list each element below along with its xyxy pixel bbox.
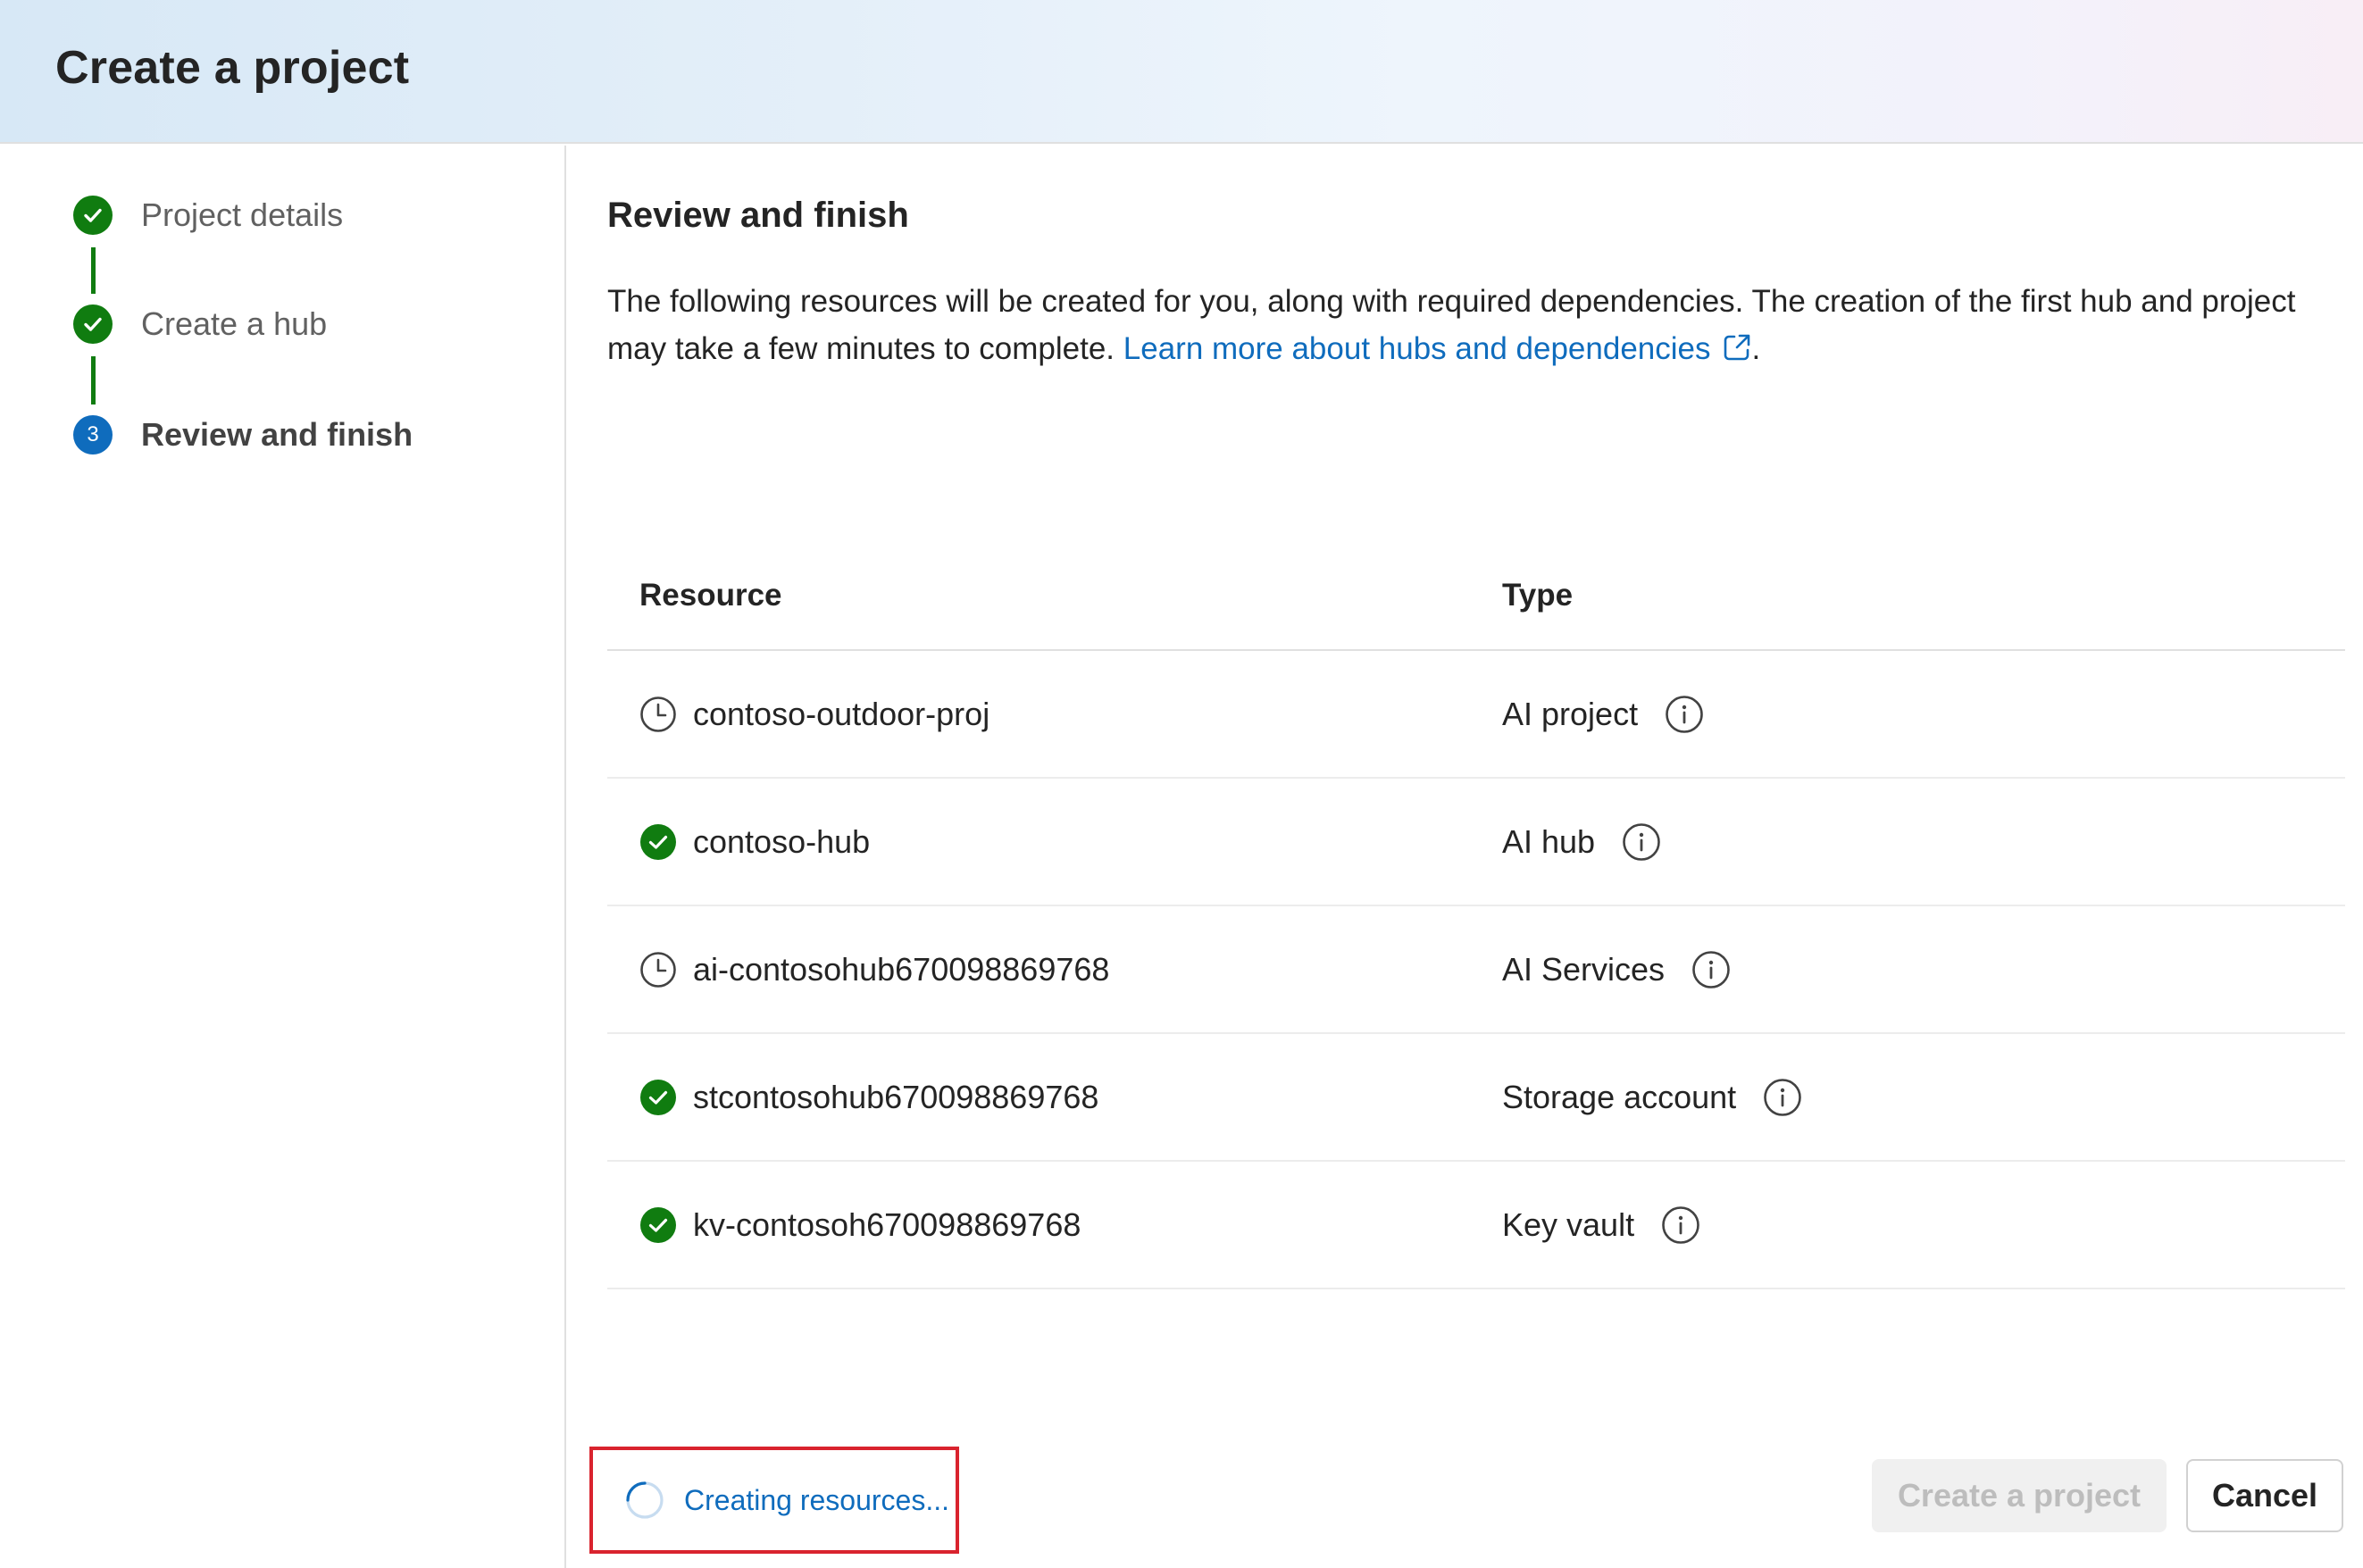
table-row: stcontosohub670098869768 Storage account [607,1034,2345,1162]
step-label: Review and finish [141,416,413,453]
resource-name: ai-contosohub670098869768 [693,950,1110,988]
create-project-button[interactable]: Create a project [1872,1459,2167,1532]
info-icon[interactable] [1661,1205,1700,1245]
checkmark-circle-icon [639,1206,677,1244]
resource-name: stcontosohub670098869768 [693,1078,1099,1115]
table-header: Resource Type [607,538,2345,651]
checkmark-circle-icon [73,304,113,344]
column-header-resource: Resource [639,578,782,613]
step-connector [91,356,96,405]
section-title: Review and finish [607,196,909,235]
info-icon[interactable] [1622,822,1661,862]
description-suffix: . [1751,331,1761,366]
resource-cell: kv-contosoh670098869768 [639,1162,1081,1288]
step-number-icon: 3 [73,415,113,455]
resource-type: AI project [1502,695,1639,732]
dialog-header: Create a project [0,0,2363,144]
clock-icon [639,696,677,733]
table-row: contoso-outdoor-proj AI project [607,651,2345,779]
open-external-icon [1724,334,1749,361]
resource-cell: contoso-hub [639,779,870,905]
resource-type: Storage account [1502,1078,1737,1115]
step-connector [91,247,96,294]
resource-cell: stcontosohub670098869768 [639,1034,1098,1160]
step-create-hub[interactable]: Create a hub [73,304,327,344]
spinner-icon [626,1481,664,1519]
resource-type: AI hub [1502,822,1596,860]
learn-more-link-text: Learn more about hubs and dependencies [1123,331,1711,366]
resource-type: AI Services [1502,950,1666,988]
info-icon[interactable] [1665,695,1704,734]
wizard-stepper: Project details Create a hub 3 Review an… [0,146,566,1568]
step-label: Create a hub [141,305,328,342]
resource-cell: ai-contosohub670098869768 [639,906,1109,1032]
resource-type: Key vault [1502,1205,1635,1243]
checkmark-circle-icon [639,823,677,861]
step-review-and-finish[interactable]: 3 Review and finish [73,415,413,455]
description: The following resources will be created … [607,278,2340,372]
main-panel: Review and finish The following resource… [568,146,2363,1568]
type-cell: Storage account [1502,1034,1802,1160]
type-cell: AI Services [1502,906,1731,1032]
cancel-button[interactable]: Cancel [2186,1459,2343,1532]
dialog-title: Create a project [55,42,410,94]
step-project-details[interactable]: Project details [73,196,343,235]
table-row: contoso-hub AI hub [607,779,2345,906]
creating-status: Creating resources... [589,1447,959,1554]
column-header-type: Type [1502,578,1574,613]
table-row: kv-contosoh670098869768 Key vault [607,1162,2345,1289]
type-cell: AI project [1502,651,1704,777]
checkmark-circle-icon [73,196,113,235]
resource-name: kv-contosoh670098869768 [693,1205,1081,1243]
resource-cell: contoso-outdoor-proj [639,651,989,777]
resource-name: contoso-hub [693,822,871,860]
clock-icon [639,951,677,988]
info-icon[interactable] [1763,1078,1802,1117]
type-cell: Key vault [1502,1162,1700,1288]
status-text: Creating resources... [684,1483,950,1516]
resource-name: contoso-outdoor-proj [693,695,990,732]
learn-more-link[interactable]: Learn more about hubs and dependencies [1123,331,1752,366]
table-row: ai-contosohub670098869768 AI Services [607,906,2345,1034]
step-label: Project details [141,196,344,233]
checkmark-circle-icon [639,1079,677,1116]
resources-table: Resource Type contoso-outdoor-proj AI pro… [607,538,2345,1289]
info-icon[interactable] [1691,950,1731,989]
type-cell: AI hub [1502,779,1661,905]
